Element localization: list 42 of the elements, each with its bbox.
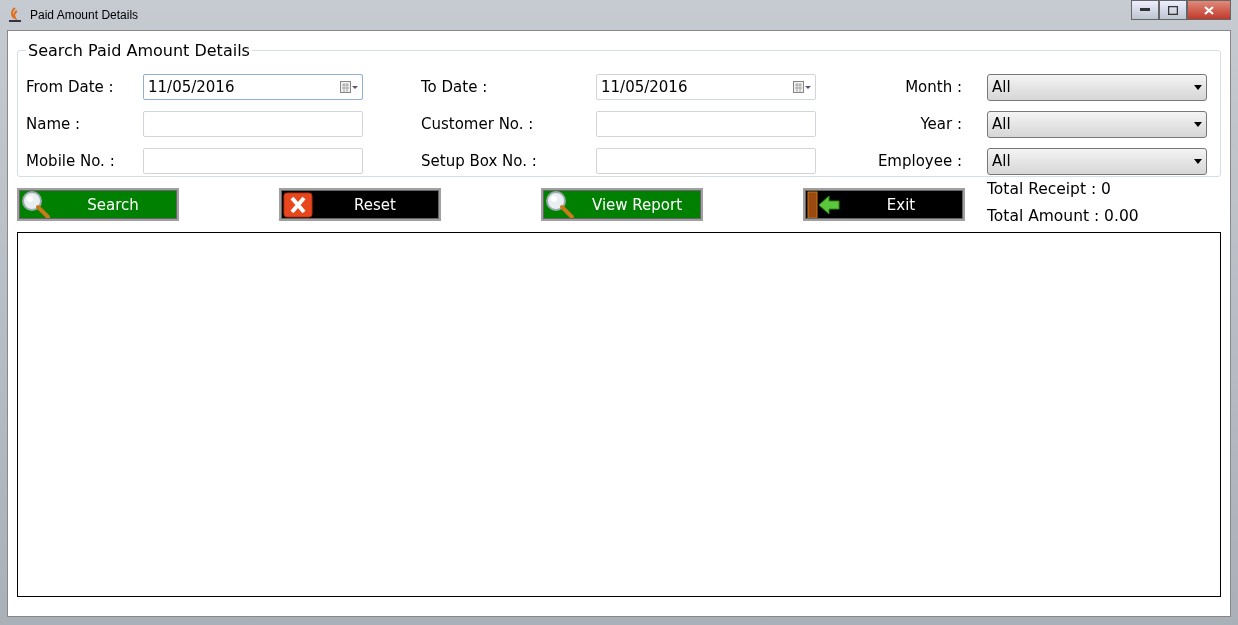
action-button[interactable]: View Report: [541, 188, 703, 221]
field-label: To Date :: [421, 78, 489, 96]
field-label: Setup Box No. :: [421, 152, 538, 170]
close-icon: [1204, 5, 1214, 15]
date-picker[interactable]: 11/05/2016: [596, 74, 816, 100]
dropdown-arrow-icon: [1194, 158, 1202, 164]
dropdown-arrow-icon: [1194, 84, 1202, 90]
action-button[interactable]: Reset: [279, 188, 441, 221]
calendar-icon: [793, 81, 811, 93]
dropdown-arrow-icon: [1194, 121, 1202, 127]
minimize-button[interactable]: [1131, 0, 1159, 20]
dropdown[interactable]: All: [987, 147, 1207, 175]
input-field[interactable]: [596, 111, 816, 137]
minimize-icon: [1140, 8, 1150, 12]
field-label: Month :: [904, 78, 962, 96]
date-picker[interactable]: 11/05/2016: [143, 74, 363, 100]
input-field[interactable]: [596, 148, 816, 174]
dropdown[interactable]: All: [987, 73, 1207, 101]
input-field[interactable]: [143, 148, 363, 174]
action-button[interactable]: Search: [17, 188, 179, 221]
field-label: Customer No. :: [421, 115, 535, 133]
maximize-icon: [1168, 5, 1178, 15]
total-text: Total Amount : 0.00: [987, 207, 1139, 225]
calendar-icon: [340, 81, 358, 93]
input-field[interactable]: [143, 111, 363, 137]
maximize-button[interactable]: [1159, 0, 1187, 20]
group-title: Search Paid Amount Details: [27, 41, 251, 60]
total-text: Total Receipt : 0: [987, 180, 1112, 198]
magnifier-icon: [545, 189, 575, 220]
field-label: Employee :: [876, 152, 962, 170]
action-button[interactable]: Exit: [803, 188, 965, 221]
app-logo-icon: [8, 7, 22, 23]
dropdown[interactable]: All: [987, 110, 1207, 138]
magnifier-icon: [21, 189, 51, 220]
window-title: Paid Amount Details: [30, 8, 140, 22]
field-label: From Date :: [26, 78, 115, 96]
field-label: Year :: [919, 115, 962, 133]
close-icon: [283, 191, 313, 218]
field-label: Mobile No. :: [26, 152, 116, 170]
field-label: Name :: [26, 115, 82, 133]
door-arrow-icon: [807, 190, 841, 219]
close-button[interactable]: [1187, 0, 1231, 20]
